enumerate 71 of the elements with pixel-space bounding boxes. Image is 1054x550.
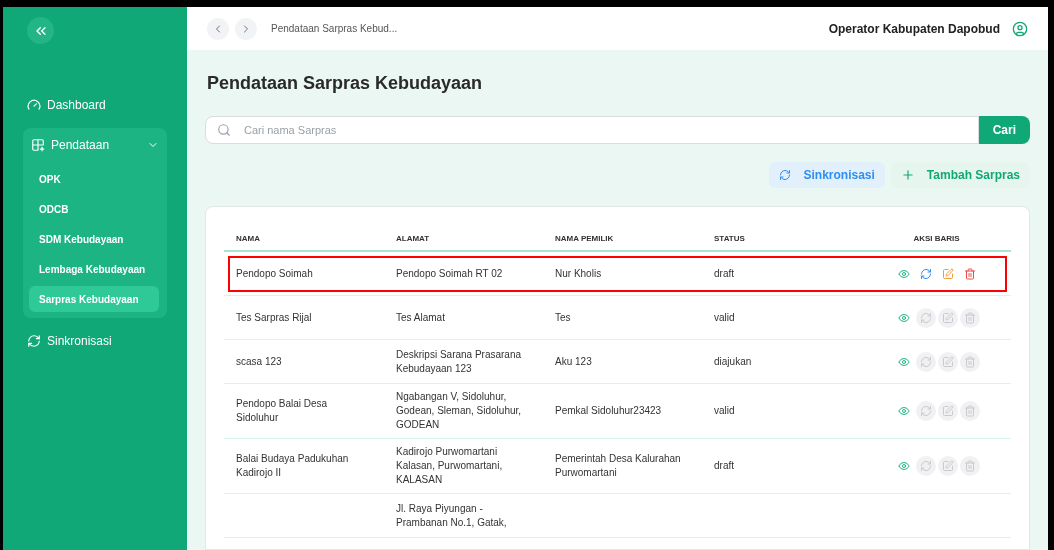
sync-icon: [919, 311, 932, 324]
table-cell-text: valid: [713, 404, 736, 418]
forward-button[interactable]: [235, 17, 257, 40]
sync-icon: [919, 267, 932, 280]
trash-icon: [963, 405, 976, 417]
trash-icon: [963, 267, 976, 280]
table-cell-text: Tes Alamat: [395, 310, 446, 325]
eye-icon: [897, 405, 910, 417]
user-name: Operator Kabupaten Dapobud: [828, 20, 1000, 38]
nav-subitem[interactable]: OPK: [29, 166, 159, 192]
table-cell-text: Tes Sarpras Rijal: [235, 310, 313, 325]
table-cell-text: Kadirojo Purwomartani Kalasan, Purwomartani, KALASAN: [395, 445, 504, 487]
table-cell-text: Pemerintah Desa Kalurahan Purwomartani: [554, 452, 682, 480]
table-cell-text: Pendopo Soimah RT 02: [395, 266, 504, 281]
column-header: ALAMAT: [395, 232, 431, 245]
nav-item[interactable]: Sinkronisasi: [27, 324, 163, 358]
trash-icon: [963, 460, 976, 472]
edit-icon: [941, 267, 954, 280]
page-title: Pendataan Sarpras Kebudayaan: [207, 72, 484, 95]
sync-icon: [919, 355, 932, 368]
table-cell-text: draft: [713, 266, 735, 281]
eye-icon: [897, 460, 910, 472]
nav-subitem[interactable]: Lembaga Kebudayaan: [29, 256, 159, 282]
nav-item[interactable]: Dashboard: [27, 88, 163, 122]
user-icon[interactable]: [1012, 20, 1028, 37]
table-cell-text: Nur Kholis: [554, 266, 603, 281]
table-cell-text: Deskripsi Sarana Prasarana Kebudayaan 123: [395, 347, 523, 376]
collapse-sidebar-button[interactable]: [27, 17, 54, 44]
table-cell-text: Aku 123: [554, 354, 593, 369]
search-icon: [217, 123, 231, 137]
sync-icon: [919, 405, 932, 417]
table-cell-text: Pendopo Soimah: [235, 266, 314, 281]
nav-subitem[interactable]: SDM Kebudayaan: [29, 226, 159, 252]
gauge-icon: [27, 98, 41, 112]
search-button[interactable]: Cari: [978, 116, 1030, 144]
column-header: NAMA: [235, 232, 261, 245]
sync-icon: [27, 334, 41, 348]
sync-icon: [779, 169, 792, 181]
trash-icon: [963, 311, 976, 324]
nav-group-toggle[interactable]: Pendataan: [23, 128, 167, 162]
trash-icon: [963, 355, 976, 368]
table-cell-text: valid: [713, 310, 736, 325]
table-cell-text: scasa 123: [235, 354, 283, 369]
back-button[interactable]: [207, 17, 229, 40]
add-button[interactable]: Tambah Sarpras: [890, 162, 1030, 188]
sync-button[interactable]: Sinkronisasi: [769, 162, 885, 188]
eye-icon: [897, 267, 910, 280]
table-cell-text: diajukan: [713, 354, 753, 369]
plus-icon: [900, 168, 915, 182]
column-header: NAMA PEMILIK: [554, 232, 615, 245]
table-cell-text: Pendopo Balai Desa Sidoluhur: [235, 397, 329, 425]
edit-icon: [941, 460, 954, 472]
edit-icon: [941, 355, 954, 368]
table-cell-text: Ngabangan V, Sidoluhur, Godean, Sleman, Sidoluhur, GODEAN: [395, 390, 523, 432]
table-cell-text: Jl. Raya Piyungan - Prambanan No.1, Gatak,: [395, 501, 508, 530]
nav-subitem[interactable]: ODCB: [29, 196, 159, 222]
edit-icon: [941, 311, 954, 324]
nav-subitem[interactable]: Sarpras Kebudayaan: [29, 286, 159, 312]
search-field[interactable]: Cari nama Sarpras: [205, 116, 979, 144]
table-cell-text: Tes: [554, 310, 572, 325]
sync-icon: [919, 460, 932, 472]
table-cell-text: Pemkal Sidoluhur23423: [554, 404, 663, 418]
column-header: STATUS: [713, 232, 746, 245]
edit-icon: [941, 405, 954, 417]
eye-icon: [897, 355, 910, 368]
breadcrumb: Pendataan Sarpras Kebud...: [271, 22, 399, 36]
eye-icon: [897, 311, 910, 324]
table-cell-text: Balai Budaya Padukuhan Kadirojo II: [235, 452, 350, 480]
grid-plus-icon: [31, 138, 45, 152]
table-cell-text: draft: [713, 459, 735, 473]
column-header: AKSI BARIS: [912, 232, 961, 245]
